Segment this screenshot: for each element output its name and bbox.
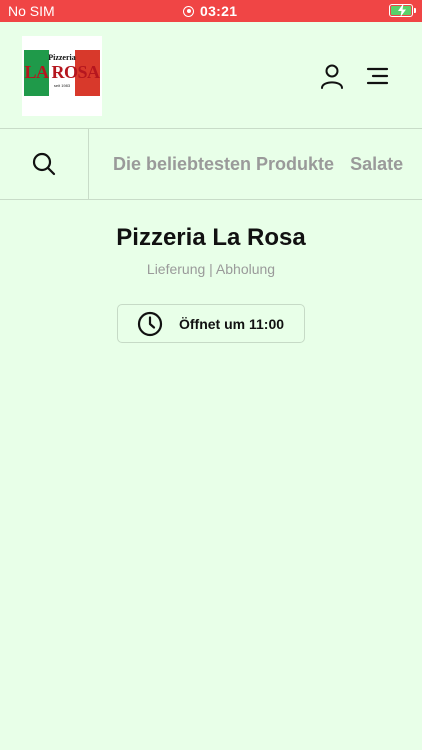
tab-salate[interactable]: Salate [350,154,403,175]
opening-status: Öffnet um 11:00 [179,315,285,332]
restaurant-logo[interactable]: Pizzeria LA ROSA seit 1983 [22,36,102,116]
status-bar: No SIM 03:21 [0,0,422,22]
logo-top-text: Pizzeria [48,53,76,62]
tab-die-beliebtesten-produkte[interactable]: Die beliebtesten Produkte [113,154,334,175]
menu-button[interactable] [364,64,390,88]
category-separator [88,129,89,199]
category-tabs: Die beliebtesten Produkte Salate [113,129,403,199]
recording-dot-icon [183,5,194,17]
battery-charging-icon [389,4,416,17]
status-center: 03:21 [183,3,237,19]
account-button[interactable] [318,62,346,90]
user-icon [321,64,343,89]
clock-icon [137,311,163,336]
category-bar: Die beliebtesten Produkte Salate [0,129,422,199]
restaurant-name: Pizzeria La Rosa [116,224,306,251]
search-icon [32,152,56,176]
opening-hours-button[interactable]: Öffnet um 11:00 [117,304,305,343]
search-button[interactable] [0,129,88,199]
category-divider [0,199,422,200]
app-header: Pizzeria LA ROSA seit 1983 [0,22,422,128]
logo-sub-text: seit 1983 [53,83,71,88]
status-time: 03:21 [200,3,238,19]
menu-icon [366,67,389,85]
carrier-label: No SIM [8,3,55,19]
logo-main-text: LA ROSA [24,62,100,82]
service-modes: Lieferung | Abholung [146,261,276,277]
